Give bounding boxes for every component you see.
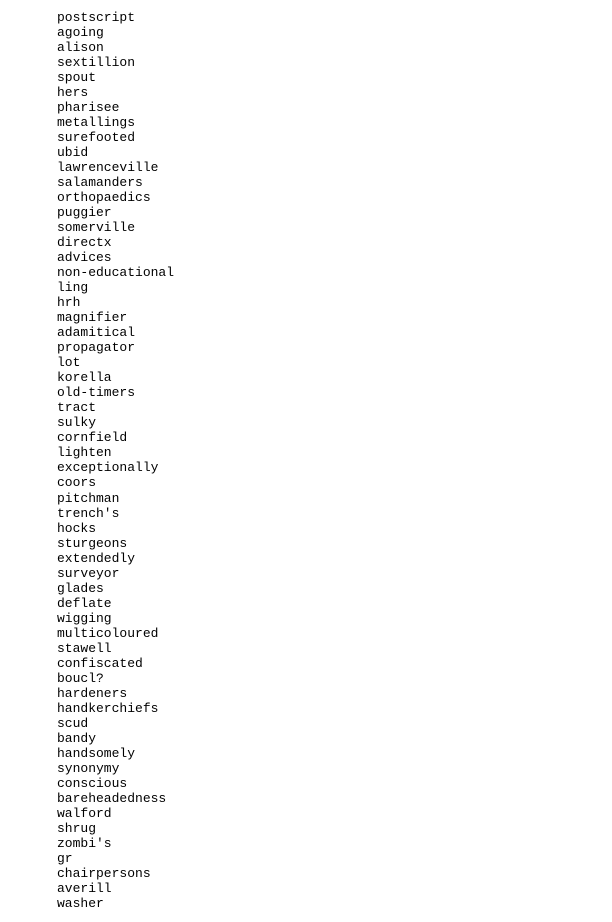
list-item: ling (57, 281, 555, 296)
list-item: metallings (57, 115, 555, 130)
list-item: shrug (57, 822, 555, 837)
list-item: washer (57, 897, 555, 912)
list-item: lot (57, 356, 555, 371)
list-item: hocks (57, 521, 555, 536)
word-list: postscriptagoingalisonsextillionspouther… (57, 10, 555, 912)
list-item: boucl? (57, 671, 555, 686)
list-item: conscious (57, 777, 555, 792)
list-item: salamanders (57, 175, 555, 190)
list-item: averill (57, 882, 555, 897)
list-item: wigging (57, 611, 555, 626)
list-item: scud (57, 716, 555, 731)
list-item: stawell (57, 641, 555, 656)
list-item: extendedly (57, 551, 555, 566)
list-item: confiscated (57, 656, 555, 671)
list-item: multicoloured (57, 626, 555, 641)
list-item: agoing (57, 25, 555, 40)
list-item: exceptionally (57, 461, 555, 476)
list-item: sturgeons (57, 536, 555, 551)
list-item: coors (57, 476, 555, 491)
list-item: hrh (57, 296, 555, 311)
list-item: walford (57, 807, 555, 822)
list-item: lighten (57, 446, 555, 461)
list-item: zombi's (57, 837, 555, 852)
list-item: korella (57, 371, 555, 386)
list-item: hardeners (57, 686, 555, 701)
list-item: tract (57, 401, 555, 416)
list-item: propagator (57, 341, 555, 356)
list-item: ubid (57, 145, 555, 160)
list-item: magnifier (57, 311, 555, 326)
list-item: handsomely (57, 747, 555, 762)
list-item: advices (57, 251, 555, 266)
list-item: directx (57, 235, 555, 250)
list-item: spout (57, 70, 555, 85)
list-item: synonymy (57, 762, 555, 777)
list-item: somerville (57, 220, 555, 235)
list-item: hers (57, 85, 555, 100)
list-item: surveyor (57, 566, 555, 581)
list-item: orthopaedics (57, 190, 555, 205)
list-item: chairpersons (57, 867, 555, 882)
list-item: bareheadedness (57, 792, 555, 807)
list-item: trench's (57, 506, 555, 521)
list-item: sulky (57, 416, 555, 431)
list-item: sextillion (57, 55, 555, 70)
list-item: deflate (57, 596, 555, 611)
list-item: glades (57, 581, 555, 596)
list-item: lawrenceville (57, 160, 555, 175)
list-item: handkerchiefs (57, 701, 555, 716)
list-item: gr (57, 852, 555, 867)
list-item: bandy (57, 732, 555, 747)
list-item: surefooted (57, 130, 555, 145)
list-item: adamitical (57, 326, 555, 341)
list-item: puggier (57, 205, 555, 220)
list-item: pharisee (57, 100, 555, 115)
list-item: cornfield (57, 431, 555, 446)
list-item: alison (57, 40, 555, 55)
list-item: postscript (57, 10, 555, 25)
list-item: old-timers (57, 386, 555, 401)
list-item: non-educational (57, 266, 555, 281)
list-item: pitchman (57, 491, 555, 506)
